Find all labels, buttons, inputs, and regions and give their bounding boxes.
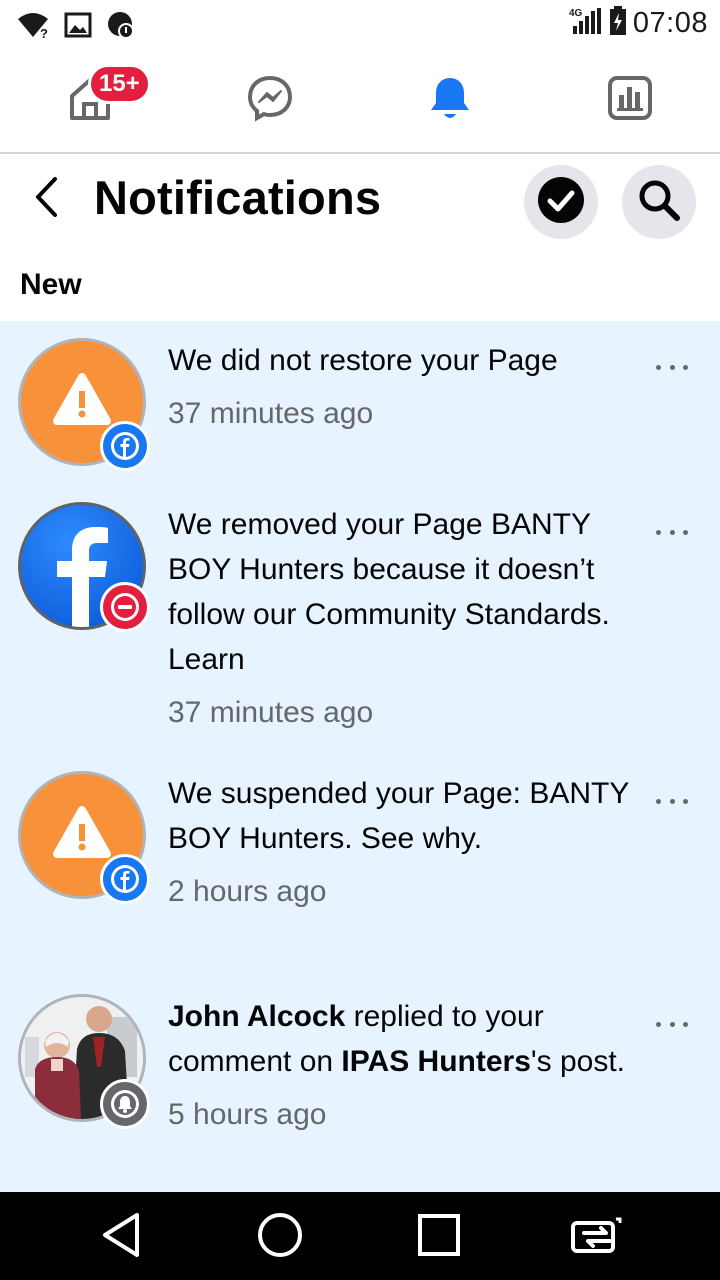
facebook-icon (100, 854, 150, 904)
page-title: Notifications (94, 171, 382, 224)
dashboard-icon (607, 75, 653, 126)
wifi-question-icon: ? (16, 11, 50, 44)
notification-item[interactable]: John Alcock replied to your comment on I… (0, 981, 720, 1193)
action-text-end: 's post. (530, 1045, 626, 1078)
notifications-list: We did not restore your Page 37 minutes … (0, 321, 720, 1193)
back-nav-button[interactable] (96, 1212, 146, 1262)
search-button[interactable] (622, 165, 696, 239)
notification-text: We suspended your Page: BANTY BOY Hunter… (168, 777, 629, 855)
circle-home-icon (257, 1212, 303, 1263)
bell-icon (426, 74, 474, 127)
chevron-left-icon (33, 176, 59, 223)
messenger-icon (246, 74, 294, 127)
check-circle-icon (537, 176, 585, 229)
facebook-icon (100, 421, 150, 471)
more-options-button[interactable] (656, 524, 688, 540)
status-bar: ? 4G 07:08 (0, 0, 720, 50)
square-recents-icon (417, 1213, 461, 1262)
notification-item[interactable]: We did not restore your Page 37 minutes … (0, 321, 720, 486)
clock: 07:08 (632, 7, 708, 39)
target-name[interactable]: IPAS Hunters (341, 1045, 530, 1078)
signal-icon: 4G (569, 6, 603, 41)
notification-time: 37 minutes ago (168, 696, 374, 729)
more-options-button[interactable] (656, 359, 688, 375)
tab-messenger[interactable] (240, 72, 300, 128)
more-options-button[interactable] (656, 793, 688, 809)
tab-notifications[interactable] (420, 72, 480, 128)
notification-time: 5 hours ago (168, 1098, 327, 1131)
section-heading-new: New (20, 268, 82, 301)
image-icon (64, 12, 92, 43)
home-nav-button[interactable] (255, 1212, 305, 1262)
notification-text: John Alcock replied to your comment on I… (168, 994, 638, 1084)
triangle-back-icon (99, 1212, 143, 1263)
switch-icon (570, 1215, 624, 1260)
tab-dashboard[interactable] (600, 72, 660, 128)
top-nav: 15+ (0, 50, 720, 154)
battery-charging-icon (609, 6, 627, 41)
svg-text:?: ? (40, 26, 48, 39)
recents-nav-button[interactable] (414, 1212, 464, 1262)
more-options-button[interactable] (656, 1016, 688, 1032)
blocked-icon (100, 582, 150, 632)
notification-text: We removed your Page BANTY BOY Hunters b… (168, 508, 610, 676)
search-icon (637, 178, 681, 227)
actor-name[interactable]: John Alcock (168, 1000, 345, 1033)
notification-item[interactable]: We removed your Page BANTY BOY Hunters b… (0, 486, 720, 756)
notification-time: 2 hours ago (168, 875, 327, 908)
switch-app-button[interactable] (570, 1212, 624, 1262)
network-type: 4G (569, 8, 583, 19)
vpn-icon (106, 10, 136, 45)
notification-text: We did not restore your Page (168, 344, 558, 377)
notification-count-badge: 15+ (88, 64, 151, 104)
notification-time: 37 minutes ago (168, 397, 374, 430)
system-nav-bar (0, 1192, 720, 1280)
page-header: Notifications (0, 154, 720, 244)
mark-all-read-button[interactable] (524, 165, 598, 239)
back-button[interactable] (26, 176, 66, 222)
notification-item[interactable]: We suspended your Page: BANTY BOY Hunter… (0, 756, 720, 981)
bell-icon (100, 1079, 150, 1129)
